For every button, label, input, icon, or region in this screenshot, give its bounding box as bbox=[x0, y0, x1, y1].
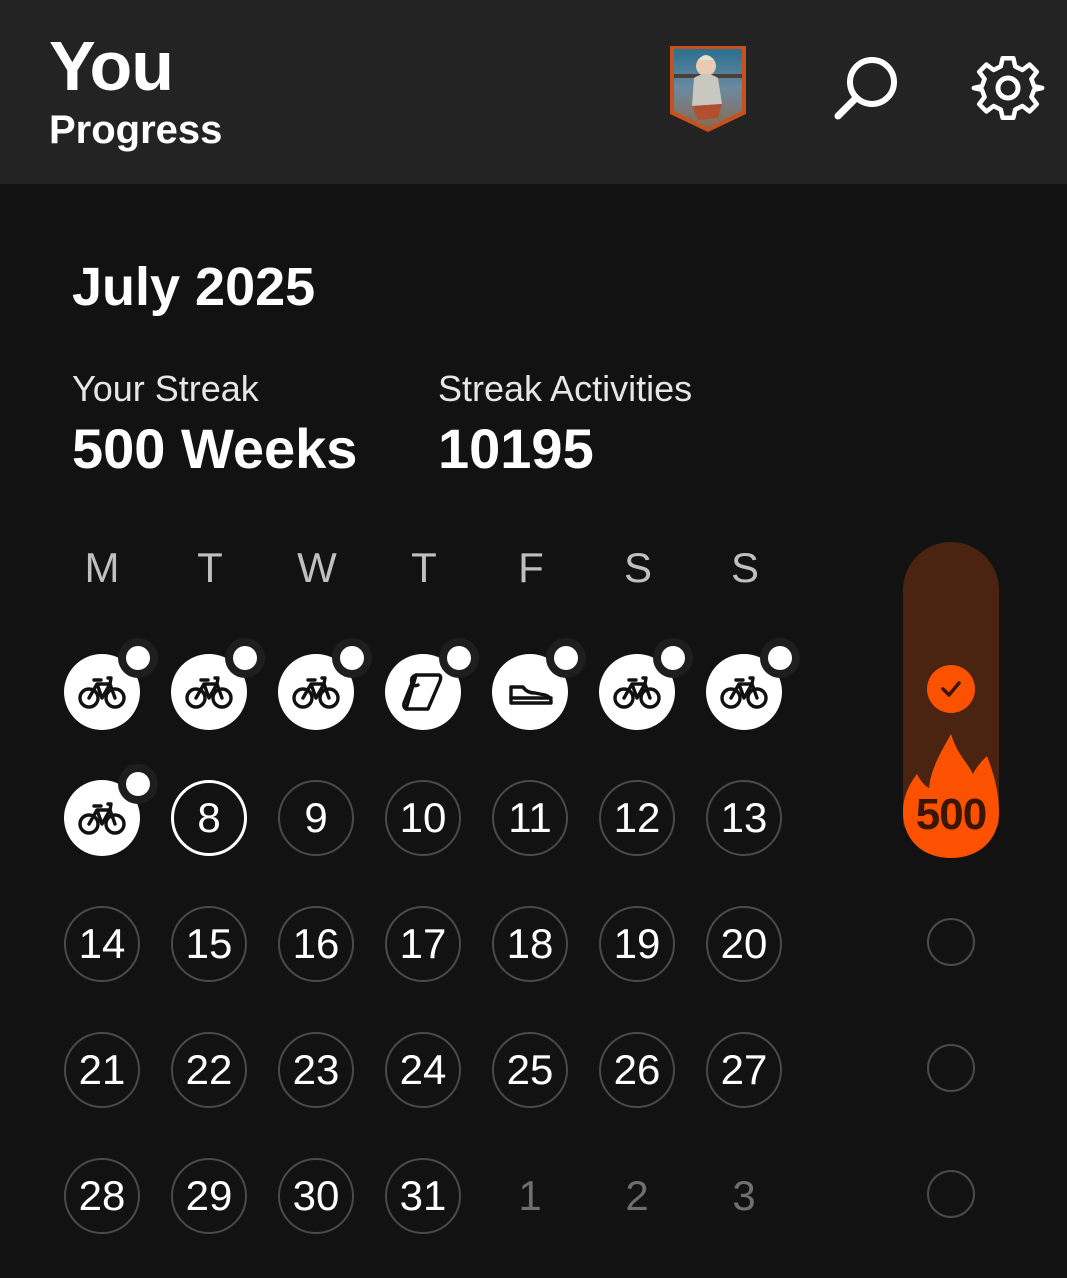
yoga-mat-icon bbox=[402, 673, 443, 711]
calendar-day-activity[interactable] bbox=[64, 638, 158, 730]
calendar-day-activity[interactable] bbox=[171, 638, 265, 730]
calendar-day[interactable]: 14 bbox=[64, 906, 140, 982]
calendar-day[interactable]: 17 bbox=[385, 906, 461, 982]
streak-value: 500 Weeks bbox=[72, 417, 358, 480]
calendar-day[interactable]: 12 bbox=[599, 780, 675, 856]
calendar-day-activity[interactable] bbox=[64, 764, 158, 856]
calendar-day[interactable]: 23 bbox=[278, 1032, 354, 1108]
activity-dot bbox=[653, 638, 693, 678]
weekday-label: S bbox=[730, 544, 759, 591]
weekday-label: T bbox=[411, 544, 437, 591]
calendar-day[interactable]: 30 bbox=[278, 1158, 354, 1234]
calendar-day[interactable]: 10 bbox=[385, 780, 461, 856]
calendar-day[interactable]: 9 bbox=[278, 780, 354, 856]
page-subtitle[interactable]: Progress bbox=[49, 108, 222, 153]
bike-icon bbox=[185, 676, 233, 709]
calendar-day[interactable]: 16 bbox=[278, 906, 354, 982]
bike-icon bbox=[78, 676, 126, 709]
streak-count: 500 bbox=[915, 790, 987, 839]
calendar-day-next-month: 3 bbox=[732, 1172, 756, 1219]
search-button[interactable] bbox=[824, 48, 908, 132]
calendar-day[interactable]: 29 bbox=[171, 1158, 247, 1234]
calendar-day-activity[interactable] bbox=[706, 638, 800, 730]
bike-icon bbox=[613, 676, 661, 709]
calendar-day[interactable]: 26 bbox=[599, 1032, 675, 1108]
calendar-day[interactable]: 28 bbox=[64, 1158, 140, 1234]
page-title: You bbox=[49, 27, 174, 105]
calendar-day[interactable]: 11 bbox=[492, 780, 568, 856]
activity-dot bbox=[332, 638, 372, 678]
calendar-day[interactable]: 31 bbox=[385, 1158, 461, 1234]
search-icon bbox=[834, 57, 897, 120]
calendar-day[interactable]: 24 bbox=[385, 1032, 461, 1108]
calendar-day-next-month: 1 bbox=[518, 1172, 542, 1219]
month-label: July 2025 bbox=[72, 257, 316, 317]
calendar-day[interactable]: 15 bbox=[171, 906, 247, 982]
activity-dot bbox=[546, 638, 586, 678]
calendar-day[interactable]: 21 bbox=[64, 1032, 140, 1108]
bike-icon bbox=[292, 676, 340, 709]
weekday-label: F bbox=[518, 544, 544, 591]
calendar-day[interactable]: 20 bbox=[706, 906, 782, 982]
activities-value: 10195 bbox=[438, 417, 594, 480]
calendar-day-next-month: 2 bbox=[625, 1172, 649, 1219]
calendar-day[interactable]: 27 bbox=[706, 1032, 782, 1108]
weekday-label: M bbox=[84, 544, 120, 591]
weekday-label: W bbox=[297, 544, 337, 591]
activity-dot bbox=[118, 638, 158, 678]
activities-label: Streak Activities bbox=[438, 368, 693, 409]
calendar-day-activity[interactable] bbox=[278, 638, 372, 730]
bike-icon bbox=[78, 802, 126, 835]
calendar-day[interactable]: 22 bbox=[171, 1032, 247, 1108]
settings-button[interactable] bbox=[966, 46, 1050, 130]
weekday-label: S bbox=[623, 544, 652, 591]
bike-icon bbox=[720, 676, 768, 709]
week-status-circle bbox=[927, 1044, 975, 1092]
activity-dot bbox=[118, 764, 158, 804]
calendar-day-activity[interactable] bbox=[492, 638, 586, 730]
streak-label: Your Streak bbox=[72, 368, 259, 409]
calendar-day[interactable]: 13 bbox=[706, 780, 782, 856]
check-icon bbox=[941, 681, 961, 697]
avatar[interactable] bbox=[668, 44, 748, 134]
top-header: You Progress bbox=[0, 0, 1067, 184]
shoe-icon bbox=[509, 685, 553, 705]
activity-dot bbox=[439, 638, 479, 678]
week-complete-badge bbox=[927, 665, 975, 713]
calendar-day-activity[interactable] bbox=[599, 638, 693, 730]
calendar-day[interactable]: 19 bbox=[599, 906, 675, 982]
weekday-label: T bbox=[197, 544, 223, 591]
week-status-circle bbox=[927, 918, 975, 966]
calendar-day[interactable]: 25 bbox=[492, 1032, 568, 1108]
activity-dot bbox=[225, 638, 265, 678]
calendar-day-activity[interactable] bbox=[385, 638, 479, 730]
calendar-day-today[interactable]: 8 bbox=[171, 780, 247, 856]
activity-dot bbox=[760, 638, 800, 678]
gear-icon bbox=[971, 56, 1045, 120]
calendar-day[interactable]: 18 bbox=[492, 906, 568, 982]
week-status-circle bbox=[927, 1170, 975, 1218]
